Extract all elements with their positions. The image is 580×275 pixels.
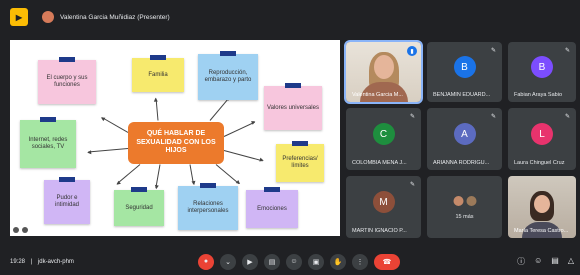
mic-off-icon: ✎ bbox=[564, 114, 570, 120]
emoji-button[interactable]: ☺ bbox=[286, 253, 302, 270]
more-options-button[interactable]: ⋮ bbox=[352, 253, 368, 270]
activities-icon[interactable]: △ bbox=[568, 256, 574, 267]
present-button[interactable]: ▣ bbox=[308, 253, 324, 270]
captions-button[interactable]: ▤ bbox=[264, 253, 280, 270]
participant-tile[interactable]: ✎ B BENJAMIN EDUARD... bbox=[427, 42, 502, 102]
top-bar: ▶ Valentina Garcia Muñidiaz (Presenter) bbox=[0, 0, 580, 34]
meeting-code: jdk-avch-phm bbox=[37, 258, 74, 265]
participant-name: ARIANNA RODRIGU... bbox=[433, 160, 490, 166]
participant-name: Valentina Garcia M... bbox=[352, 92, 403, 98]
bottom-bar: 19:28 | jdk-avch-phm ● ⌄ ▶ ▤ ☺ ▣ ✋ ⋮ ☎ ⓘ… bbox=[0, 248, 580, 275]
avatar bbox=[465, 194, 477, 207]
note-pudor: Pudor e intimidad bbox=[44, 180, 90, 224]
arrow bbox=[116, 164, 141, 185]
meeting-tools: ⓘ ☺ ▤ △ bbox=[517, 256, 574, 267]
participant-tile[interactable]: María Teresa Castro... bbox=[508, 176, 576, 238]
mic-off-button[interactable]: ● bbox=[198, 253, 214, 270]
note-cuerpo: El cuerpo y sus funciones bbox=[38, 60, 96, 104]
arrow bbox=[223, 121, 256, 137]
presenter-label: Valentina Garcia Muñidiaz (Presenter) bbox=[60, 13, 170, 21]
avatar: B bbox=[453, 56, 476, 79]
next-slide-icon[interactable] bbox=[22, 227, 28, 233]
participant-tile[interactable]: ✎ M MARTIN IGNACIO P... bbox=[346, 176, 421, 238]
more-participants-label: 15 más bbox=[455, 214, 474, 221]
note-preferencias: Preferencias/ límites bbox=[276, 144, 324, 182]
note-valores: Valores universales bbox=[264, 86, 322, 130]
participant-name: Fabian Araya Sabio bbox=[514, 92, 563, 98]
presenter-avatar bbox=[42, 11, 54, 23]
participant-tile[interactable]: ▮ Valentina Garcia M... bbox=[344, 40, 423, 104]
raise-hand-button[interactable]: ✋ bbox=[330, 253, 346, 270]
participant-tile[interactable]: ✎ C COLOMBIA MENA J... bbox=[346, 108, 421, 170]
participant-name: COLOMBIA MENA J... bbox=[352, 160, 407, 166]
camera-button[interactable]: ▶ bbox=[242, 253, 258, 270]
note-emociones: Emociones bbox=[246, 190, 298, 228]
note-seguridad: Seguridad bbox=[114, 190, 164, 226]
participant-face bbox=[534, 194, 550, 213]
participant-name: Laura Chinguel Cruz bbox=[514, 160, 565, 166]
more-avatars bbox=[452, 194, 477, 207]
avatar: B bbox=[531, 56, 553, 79]
info-separator: | bbox=[30, 258, 33, 265]
avatar: M bbox=[372, 191, 395, 214]
mic-off-icon: ✎ bbox=[490, 114, 496, 120]
arrow bbox=[155, 164, 161, 189]
participant-tile[interactable]: ✎ L Laura Chinguel Cruz bbox=[508, 108, 576, 170]
arrow bbox=[88, 148, 129, 153]
leave-call-button[interactable]: ☎ bbox=[374, 253, 400, 270]
center-title: QUÉ HABLAR DE SEXUALIDAD CON LOS HIJOS bbox=[128, 122, 224, 164]
participant-name: MARTIN IGNACIO P... bbox=[352, 228, 407, 234]
arrow bbox=[155, 98, 159, 121]
call-controls: ● ⌄ ▶ ▤ ☺ ▣ ✋ ⋮ ☎ bbox=[198, 253, 400, 270]
presentation-controls bbox=[13, 227, 28, 233]
arrow bbox=[223, 150, 263, 162]
clock-time: 19:28 bbox=[10, 258, 26, 265]
presenter-chip[interactable]: Valentina Garcia Muñidiaz (Presenter) bbox=[42, 11, 170, 23]
mic-off-icon: ✎ bbox=[564, 48, 570, 54]
presentation-screen: El cuerpo y sus funciones Familia Reprod… bbox=[10, 40, 340, 236]
arrow bbox=[209, 97, 230, 121]
avatar bbox=[452, 194, 464, 207]
participant-name: BENJAMIN EDUARD... bbox=[433, 92, 491, 98]
mic-off-icon: ✎ bbox=[409, 182, 415, 188]
avatar: C bbox=[372, 123, 395, 146]
prev-slide-icon[interactable] bbox=[13, 227, 19, 233]
mic-off-icon: ✎ bbox=[490, 48, 496, 54]
participant-name: María Teresa Castro... bbox=[514, 228, 569, 234]
avatar: L bbox=[531, 123, 553, 146]
note-internet: Internet, redes sociales, TV bbox=[20, 120, 76, 168]
reactions-button[interactable]: ⌄ bbox=[220, 253, 236, 270]
participant-tile[interactable]: ✎ B Fabian Araya Sabio bbox=[508, 42, 576, 102]
participant-face bbox=[373, 55, 394, 80]
arrow bbox=[215, 164, 240, 185]
arrow bbox=[101, 117, 129, 133]
participant-tile[interactable]: ✎ A ARIANNA RODRIGU... bbox=[427, 108, 502, 170]
more-participants-tile[interactable]: 15 más bbox=[427, 176, 502, 238]
info-icon[interactable]: ⓘ bbox=[517, 256, 525, 267]
note-relaciones: Relaciones interpersonales bbox=[178, 186, 238, 230]
meeting-info: 19:28 | jdk-avch-phm bbox=[10, 259, 74, 265]
people-icon[interactable]: ☺ bbox=[534, 256, 542, 267]
note-reproduccion: Reproducción, embarazo y parto bbox=[198, 54, 258, 100]
note-familia: Familia bbox=[132, 58, 184, 92]
arrow bbox=[189, 164, 194, 185]
avatar: A bbox=[453, 123, 476, 146]
meet-logo-icon: ▶ bbox=[10, 8, 28, 26]
chat-icon[interactable]: ▤ bbox=[551, 256, 559, 267]
speaking-icon: ▮ bbox=[407, 46, 417, 56]
mic-off-icon: ✎ bbox=[409, 114, 415, 120]
